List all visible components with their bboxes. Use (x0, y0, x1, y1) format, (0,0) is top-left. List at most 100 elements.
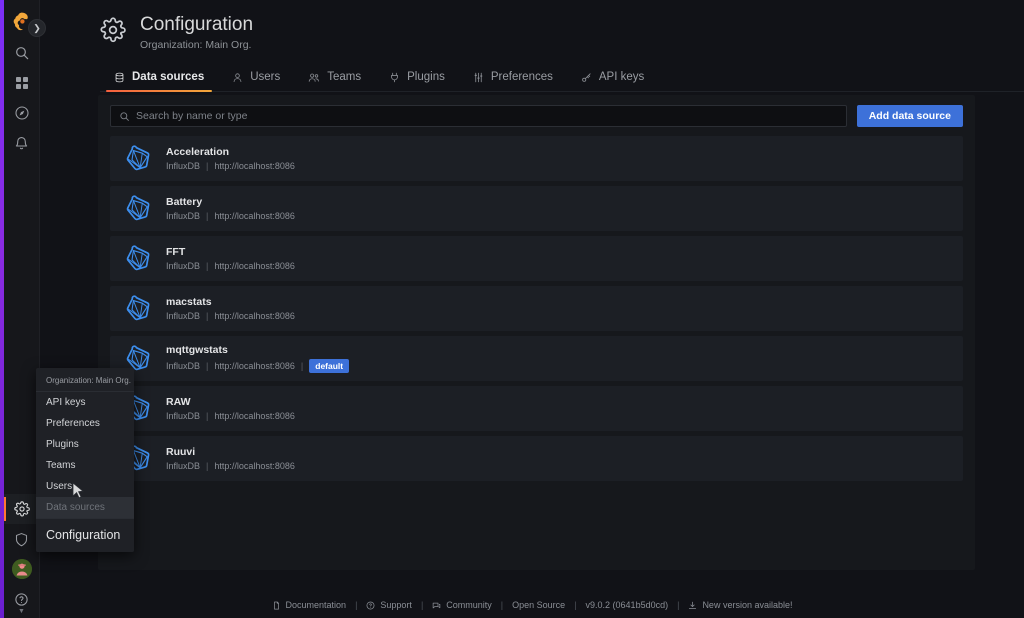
search-field-wrapper[interactable] (110, 105, 847, 127)
footer-link-open-source[interactable]: Open Source (512, 600, 565, 610)
data-source-name: FFT (166, 245, 186, 258)
data-source-type: InfluxDB (166, 360, 201, 371)
table-row[interactable]: Battery InfluxDB | http://localhost:8086 (110, 186, 963, 231)
sidebar-item-configuration[interactable] (3, 494, 40, 524)
data-source-url: http://localhost:8086 (214, 210, 295, 221)
footer-link-v9-0-2-0641b5d0cd[interactable]: v9.0.2 (0641b5d0cd) (586, 600, 669, 610)
tab-label: Data sources (132, 71, 205, 83)
data-source-url: http://localhost:8086 (214, 310, 295, 321)
gear-icon (100, 17, 126, 48)
data-source-text: RAW InfluxDB | http://localhost:8086 (166, 396, 295, 422)
flyout-item-users[interactable]: Users (36, 476, 134, 497)
sidebar-item-explore[interactable] (4, 98, 40, 128)
data-source-text: mqttgwstats InfluxDB | http://localhost:808… (166, 344, 350, 373)
sidebar-item-server-admin[interactable] (4, 524, 40, 554)
page-title-block: Configuration Organization: Main Org. (140, 14, 253, 51)
footer-link-label: New version available! (702, 600, 793, 610)
footer-separator: | (574, 600, 577, 610)
footer-separator: | (355, 600, 358, 610)
data-source-url: http://localhost:8086 (214, 260, 295, 271)
data-source-name: Ruuvi (166, 445, 196, 458)
table-row[interactable]: Acceleration InfluxDB | http://localhost:80… (110, 136, 963, 181)
data-source-meta: InfluxDB | http://localhost:8086 | default (166, 359, 350, 373)
flyout-item-teams[interactable]: Teams (36, 455, 134, 476)
search-input[interactable] (136, 110, 838, 122)
table-row[interactable]: RAW InfluxDB | http://localhost:8086 (110, 386, 963, 431)
data-source-meta: InfluxDB | http://localhost:8086 (166, 161, 295, 172)
data-source-text: Battery InfluxDB | http://localhost:8086 (166, 196, 295, 222)
page-footer: Documentation | Support | Community | Open Sou… (40, 600, 1024, 610)
data-source-url: http://localhost:8086 (214, 460, 295, 471)
footer-link-label: Community (446, 600, 492, 610)
footer-link-documentation[interactable]: Documentation (272, 600, 346, 610)
sidebar-bottom-group: ▼ (3, 494, 40, 618)
tab-api-keys[interactable]: API keys (567, 65, 658, 91)
data-source-name: Acceleration (166, 145, 230, 158)
influxdb-icon (124, 245, 152, 273)
table-row[interactable]: mqttgwstats InfluxDB | http://localhost:808… (110, 336, 963, 381)
avatar (11, 559, 32, 579)
meta-separator: | (206, 210, 209, 221)
chevron-down-icon: ▼ (18, 608, 25, 615)
tab-data-sources[interactable]: Data sources (100, 65, 218, 92)
influxdb-icon (124, 295, 152, 323)
data-source-type: InfluxDB (166, 160, 201, 171)
add-data-source-button[interactable]: Add data source (856, 105, 963, 127)
influxdb-icon (124, 195, 152, 223)
data-source-meta: InfluxDB | http://localhost:8086 (166, 311, 295, 322)
data-source-url: http://localhost:8086 (214, 160, 295, 171)
data-source-name: mqttgwstats (166, 344, 228, 356)
data-sources-panel: Add data source Acceleration InfluxDB | htt… (98, 95, 975, 570)
footer-separator: | (500, 600, 504, 610)
sidebar-item-alerting[interactable] (4, 128, 40, 158)
tab-label: Plugins (407, 71, 445, 83)
data-source-text: macstats InfluxDB | http://localhost:8086 (166, 296, 295, 322)
data-source-text: Acceleration InfluxDB | http://localhost:80… (166, 146, 295, 172)
key-icon (581, 72, 592, 83)
sidebar-item-dashboards[interactable] (4, 68, 40, 98)
meta-separator: | (206, 460, 209, 471)
user-icon (232, 72, 243, 83)
configuration-flyout-menu: Organization: Main Org. API keys Preferen… (36, 368, 134, 552)
table-row[interactable]: Ruuvi InfluxDB | http://localhost:8086 (110, 436, 963, 481)
flyout-item-plugins[interactable]: Plugins (36, 434, 134, 455)
table-row[interactable]: FFT InfluxDB | http://localhost:8086 (110, 236, 963, 281)
footer-link-support[interactable]: Support (366, 600, 412, 610)
main-content: Configuration Organization: Main Org. Da… (40, 0, 1024, 618)
plug-icon (389, 72, 400, 83)
sidebar-item-help[interactable]: ▼ (4, 584, 40, 615)
sliders-icon (473, 72, 484, 83)
tab-plugins[interactable]: Plugins (375, 65, 459, 91)
data-source-url: http://localhost:8086 (214, 410, 295, 421)
tab-preferences[interactable]: Preferences (459, 65, 567, 91)
sidebar-item-search[interactable] (4, 38, 40, 68)
data-sources-list: Acceleration InfluxDB | http://localhost:80… (98, 127, 975, 493)
footer-link-community[interactable]: Community (432, 600, 492, 610)
comments-icon (432, 601, 441, 610)
data-source-name: RAW (166, 395, 191, 408)
data-source-text: Ruuvi InfluxDB | http://localhost:8086 (166, 446, 295, 472)
flyout-item-data-sources[interactable]: Data sources (36, 497, 134, 518)
sidebar-item-profile[interactable] (4, 554, 40, 584)
tab-label: Teams (327, 71, 362, 83)
flyout-configuration-label[interactable]: Configuration (36, 518, 134, 552)
download-icon (688, 601, 697, 610)
sidebar-expand-toggle[interactable]: ❯ (28, 19, 46, 37)
flyout-item-preferences[interactable]: Preferences (36, 413, 134, 434)
table-row[interactable]: macstats InfluxDB | http://localhost:8086 (110, 286, 963, 331)
search-icon (119, 111, 130, 122)
database-icon (114, 72, 125, 83)
meta-separator: | (206, 310, 209, 321)
question-circle-icon (366, 601, 375, 610)
data-source-name: Battery (166, 195, 203, 208)
flyout-item-api-keys[interactable]: API keys (36, 392, 134, 413)
flyout-items: API keys Preferences Plugins Teams Users Data… (36, 392, 134, 518)
document-icon (272, 601, 281, 610)
data-source-meta: InfluxDB | http://localhost:8086 (166, 461, 295, 472)
data-sources-toolbar: Add data source (98, 95, 975, 127)
footer-link-new-version-available[interactable]: New version available! (688, 600, 792, 610)
meta-separator: | (206, 160, 209, 171)
tab-teams[interactable]: Teams (294, 65, 375, 91)
data-source-meta: InfluxDB | http://localhost:8086 (166, 261, 295, 272)
tab-users[interactable]: Users (218, 65, 294, 91)
